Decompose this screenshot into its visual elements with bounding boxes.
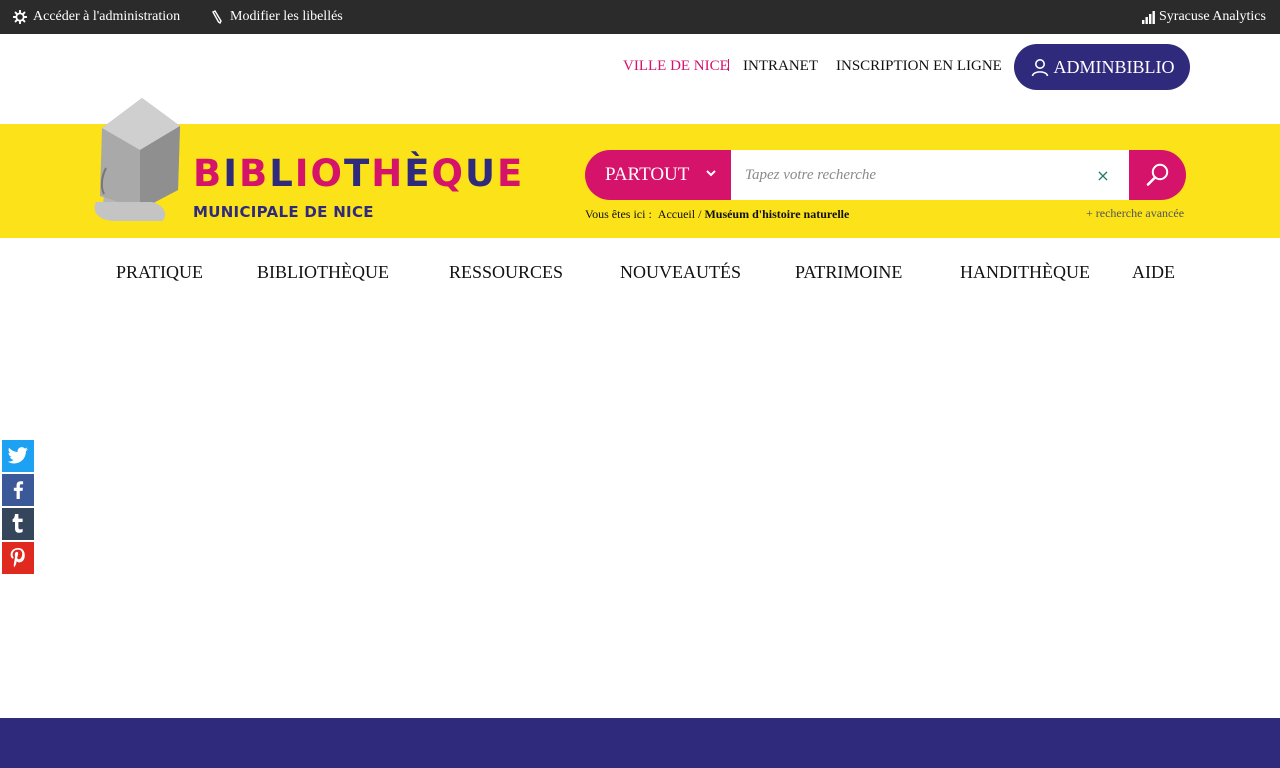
share-pinterest-button[interactable]	[2, 542, 34, 574]
logo-letter: B	[193, 152, 224, 195]
logo-bust-image[interactable]	[92, 98, 184, 222]
share-facebook-button[interactable]	[2, 474, 34, 506]
twitter-icon	[7, 447, 28, 464]
breadcrumb-current: Muséum d'histoire naturelle	[704, 207, 850, 221]
search-submit-button[interactable]	[1129, 150, 1186, 200]
facebook-icon	[13, 481, 24, 499]
breadcrumb: Vous êtes ici : Accueil / Muséum d'histo…	[585, 207, 849, 222]
search-icon	[1146, 163, 1168, 186]
edit-labels-label: Modifier les libellés	[230, 9, 343, 24]
analytics-label: Syracuse Analytics	[1159, 9, 1266, 24]
intranet-link[interactable]: INTRANET	[743, 58, 818, 75]
admin-access-label: Accéder à l'administration	[33, 9, 181, 24]
footer-band	[0, 718, 1280, 768]
user-icon	[1031, 59, 1048, 77]
gear-icon	[13, 10, 27, 24]
user-account-label: ADMINBIBLIO	[1053, 56, 1175, 77]
nav-bibliotheque[interactable]: BIBLIOTHÈQUE	[257, 262, 389, 283]
admin-access-link[interactable]: Accéder à l'administration	[13, 0, 180, 34]
logo-letter: I	[223, 152, 239, 195]
logo-letter: I	[294, 152, 311, 195]
search-input[interactable]	[731, 150, 1129, 200]
search-scope-select[interactable]: PARTOUT	[585, 150, 731, 200]
link-separator	[728, 59, 729, 71]
pencil-icon	[212, 10, 222, 24]
clear-search-button[interactable]: ×	[1093, 164, 1113, 186]
nav-nouveautes[interactable]: NOUVEAUTÉS	[620, 262, 741, 283]
logo-letter: O	[310, 152, 345, 195]
logo-letter: H	[371, 152, 405, 195]
advanced-search-link[interactable]: + recherche avancée	[1086, 206, 1184, 221]
logo-letter: Q	[431, 152, 465, 195]
share-twitter-button[interactable]	[2, 440, 34, 472]
breadcrumb-prefix: Vous êtes ici :	[585, 207, 652, 221]
user-account-button[interactable]: ADMINBIBLIO	[1014, 44, 1190, 90]
logo-letter: L	[269, 152, 295, 195]
edit-labels-link[interactable]: Modifier les libellés	[212, 0, 343, 34]
search-scope-label: PARTOUT	[605, 164, 690, 185]
share-tumblr-button[interactable]	[2, 508, 34, 540]
breadcrumb-home-link[interactable]: Accueil	[658, 207, 695, 221]
bar-chart-icon	[1142, 10, 1155, 24]
nav-pratique[interactable]: PRATIQUE	[116, 262, 203, 283]
inscription-link[interactable]: INSCRIPTION EN LIGNE	[836, 58, 1002, 75]
nav-aide[interactable]: AIDE	[1132, 262, 1175, 283]
logo-letter: È	[404, 152, 432, 195]
logo-letter: T	[344, 152, 372, 195]
pinterest-icon	[10, 548, 25, 568]
nav-patrimoine[interactable]: PATRIMOINE	[795, 262, 902, 283]
nav-ressources[interactable]: RESSOURCES	[449, 262, 563, 283]
logo-letter: U	[464, 152, 498, 195]
logo-letter: B	[238, 152, 270, 195]
analytics-link[interactable]: Syracuse Analytics	[1142, 0, 1266, 34]
nav-handitheque[interactable]: HANDITHÈQUE	[960, 262, 1090, 283]
breadcrumb-separator: /	[698, 207, 702, 221]
logo-subtitle: MUNICIPALE DE NICE	[193, 203, 374, 221]
logo-title[interactable]: BIBLIOTHÈQUE	[193, 150, 524, 198]
logo-letter: E	[497, 152, 525, 195]
tumblr-icon	[12, 514, 23, 533]
ville-de-nice-link[interactable]: VILLE DE NICE	[623, 58, 729, 75]
admin-toolbar: Accéder à l'administration Modifier les …	[0, 0, 1280, 34]
chevron-down-icon	[706, 170, 716, 177]
